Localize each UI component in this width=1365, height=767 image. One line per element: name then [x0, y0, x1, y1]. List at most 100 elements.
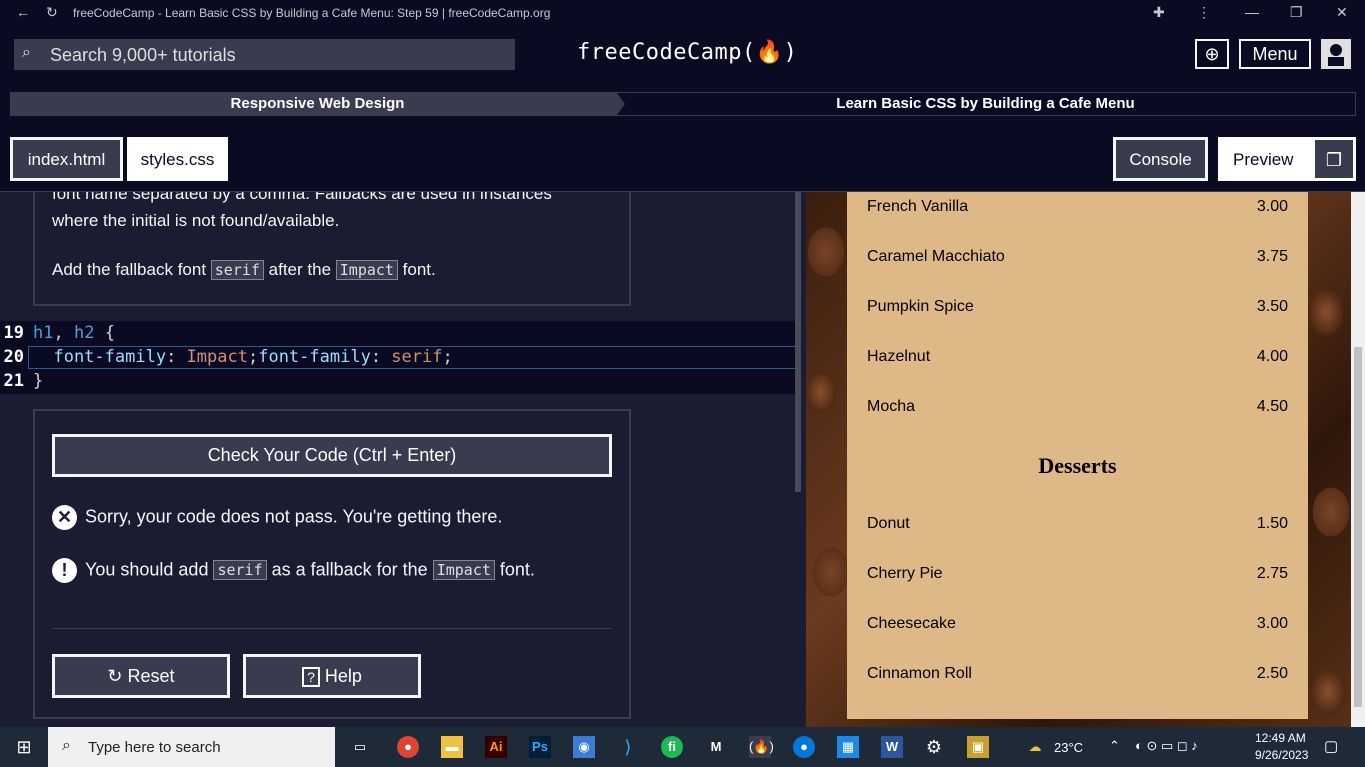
hint-code-impact: Impact [432, 560, 495, 581]
scrollbar-thumb[interactable] [1354, 347, 1362, 707]
windows-start-icon[interactable]: ⊞ [13, 736, 35, 758]
breadcrumb: Responsive Web Design Learn Basic CSS by… [0, 82, 1365, 128]
instruction-text: after the [263, 260, 336, 279]
help-label: Help [324, 666, 362, 686]
description-line-1: font name separated by a comma. Fallback… [52, 192, 552, 203]
avatar[interactable] [1321, 39, 1351, 69]
tab-styles-css[interactable]: styles.css [127, 137, 228, 181]
reset-button[interactable]: ↻ Reset [52, 654, 230, 698]
preview-button[interactable]: Preview ❐ [1218, 137, 1356, 181]
code-line-21[interactable]: } [33, 371, 43, 391]
reload-icon[interactable]: ↻ [46, 4, 58, 21]
store-icon[interactable]: ▦ [837, 736, 859, 758]
item-name: Pumpkin Spice [867, 298, 974, 315]
hint-text: font. [494, 559, 535, 580]
more-options-icon[interactable]: ⋮ [1197, 4, 1211, 21]
console-button[interactable]: Console [1113, 137, 1208, 181]
preview-popout-icon[interactable]: ❐ [1315, 140, 1353, 178]
restore-icon[interactable]: ❐ [1290, 4, 1303, 21]
x-circle-icon: ✕ [52, 505, 77, 530]
menu-item: Caramel Macchiato 3.75 [867, 248, 1288, 266]
item-price: 2.50 [1256, 665, 1288, 682]
check-code-button[interactable]: Check Your Code (Ctrl + Enter) [52, 434, 612, 477]
photoshop-icon[interactable]: Ps [529, 736, 551, 758]
file-explorer-icon[interactable]: ▬ [441, 736, 463, 758]
breadcrumb-superblock[interactable]: Responsive Web Design [10, 92, 625, 116]
weather-temp[interactable]: 23°C [1054, 740, 1083, 755]
item-price: 4.50 [1256, 398, 1288, 415]
hint-text: as a fallback for the [266, 559, 433, 580]
preview-scrollbar[interactable] [1351, 192, 1365, 727]
hint-message: ! You should add serif as a fallback for … [52, 558, 535, 583]
windows-taskbar: ⊞ ⌕ Type here to search ▭ ● ▬ Ai Ps ◉ ⟩ … [0, 727, 1365, 767]
app-icon[interactable]: ▣ [967, 736, 989, 758]
search-placeholder: Search 9,000+ tutorials [50, 45, 236, 65]
clock-date[interactable]: 9/26/2023 [1255, 748, 1308, 762]
chrome-profile-icon[interactable]: ● [793, 736, 815, 758]
hint-code-serif: serif [213, 560, 267, 581]
item-name: French Vanilla [867, 198, 969, 215]
word-icon[interactable]: W [881, 736, 903, 758]
fail-message-text: Sorry, your code does not pass. You're g… [85, 506, 503, 527]
fiverr-icon[interactable]: fi [661, 736, 683, 758]
lightbulb-icon: ! [52, 558, 77, 583]
item-name: Cheesecake [867, 615, 956, 632]
help-button[interactable]: ? Help [243, 654, 421, 698]
item-price: 3.50 [1256, 298, 1288, 315]
window-title: freeCodeCamp - Learn Basic CSS by Buildi… [73, 6, 551, 20]
inline-code-impact: Impact [335, 260, 398, 280]
preview-label: Preview [1233, 150, 1294, 169]
item-name: Mocha [867, 398, 916, 415]
preview-pane: French Vanilla 3.00 Caramel Macchiato 3.75… [806, 192, 1365, 727]
medium-icon[interactable]: M [705, 736, 727, 758]
search-input[interactable]: ⌕ Search 9,000+ tutorials [14, 39, 515, 70]
test-panel: Check Your Code (Ctrl + Enter) ✕ Sorry, y… [33, 409, 631, 719]
menu-item: French Vanilla 3.00 [867, 198, 1288, 216]
fail-message: ✕ Sorry, your code does not pass. You're … [52, 505, 502, 530]
description-line-2: where the initial is not found/available… [52, 211, 340, 230]
notification-icon[interactable]: ▢ [1324, 737, 1338, 755]
item-name: Donut [867, 515, 910, 532]
line-number: 21 [3, 371, 24, 391]
illustrator-icon[interactable]: Ai [485, 736, 507, 758]
minimize-icon[interactable]: — [1245, 4, 1259, 20]
item-price: 3.00 [1256, 198, 1288, 215]
clock-time[interactable]: 12:49 AM [1255, 731, 1306, 745]
menu-button[interactable]: Menu [1239, 39, 1311, 69]
code-editor[interactable]: 19 20 21 h1, h2 { font-family: Impact;fo… [0, 321, 800, 394]
taskbar-search-placeholder: Type here to search [88, 739, 221, 756]
weather-icon[interactable]: ☁ [1024, 736, 1046, 758]
item-price: 2.75 [1256, 565, 1288, 582]
menu-item: Cherry Pie 2.75 [867, 565, 1288, 583]
language-globe-button[interactable]: ⊕ [1195, 39, 1229, 69]
close-window-icon[interactable]: ✕ [1336, 4, 1348, 21]
reset-icon: ↻ [107, 666, 123, 686]
camera-icon[interactable]: ◉ [573, 736, 595, 758]
back-arrow-icon[interactable]: ← [16, 4, 30, 20]
tab-index-html[interactable]: index.html [10, 137, 123, 181]
help-icon: ? [302, 667, 320, 687]
item-price: 3.75 [1256, 248, 1288, 265]
menu-item: Cheesecake 3.00 [867, 615, 1288, 633]
item-price: 4.00 [1256, 348, 1288, 365]
panel-divider [52, 628, 612, 629]
code-line-20[interactable]: font-family: Impact;font-family: serif; [33, 347, 452, 367]
pane-scrollbar[interactable] [795, 192, 801, 492]
tray-icons[interactable]: ◐ ⊙ ▭ ◻ ♪ [1135, 738, 1198, 754]
extensions-icon[interactable]: ✚ [1153, 4, 1165, 21]
vscode-icon[interactable]: ⟩ [617, 736, 639, 758]
chrome-icon[interactable]: ● [397, 736, 419, 758]
settings-gear-icon[interactable]: ⚙ [923, 736, 945, 758]
avatar-icon [1328, 44, 1344, 66]
taskbar-search-input[interactable]: ⌕ Type here to search [48, 727, 335, 767]
fcc-logo[interactable]: freeCodeCamp(🔥) [577, 40, 797, 65]
breadcrumb-block[interactable]: Learn Basic CSS by Building a Cafe Menu [616, 92, 1356, 116]
reset-label: Reset [127, 666, 175, 686]
freecodecamp-app-icon[interactable]: (🔥) [749, 736, 774, 758]
task-view-icon[interactable]: ▭ [349, 736, 371, 758]
line-number: 19 [3, 323, 24, 343]
instruction-text: font. [397, 260, 436, 279]
tray-chevron-up-icon[interactable]: ⌃ [1109, 738, 1120, 754]
code-line-19[interactable]: h1, h2 { [33, 323, 115, 343]
fcc-navbar: ⌕ Search 9,000+ tutorials freeCodeCamp(🔥… [0, 26, 1365, 82]
